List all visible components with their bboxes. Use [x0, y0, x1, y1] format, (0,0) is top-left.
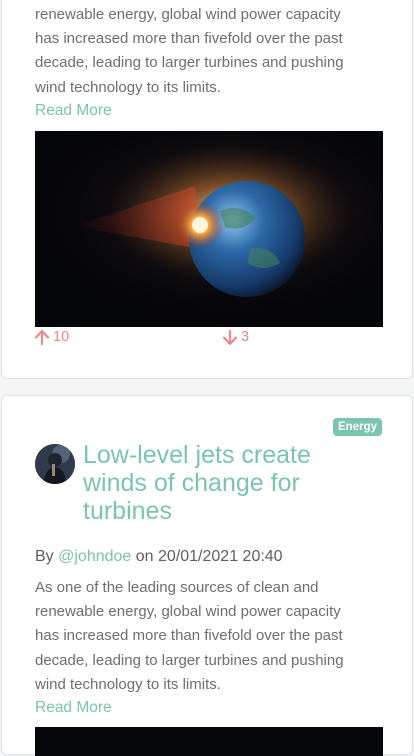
excerpt-line: has increased more than fivefold over th… [35, 30, 343, 48]
arrow-up-icon [35, 329, 49, 345]
byline-by: By [35, 548, 54, 565]
post-card: Energy Low-level jets create winds of ch… [1, 395, 413, 756]
upvote-count: 10 [53, 329, 70, 345]
excerpt-line: wind technology to its limits. [35, 675, 221, 693]
author-link[interactable]: @johndoe [58, 548, 131, 565]
arrow-down-icon [223, 329, 237, 345]
read-more-link[interactable]: Read More [35, 101, 112, 121]
upvote-button[interactable]: 10 [35, 329, 69, 345]
category-tag[interactable]: Energy [333, 418, 382, 436]
post-date: 20/01/2021 20:40 [158, 548, 283, 565]
excerpt-line: renewable energy, global wind power capa… [35, 603, 341, 621]
excerpt-line: decade, leading to larger turbines and p… [35, 651, 344, 669]
downvote-button[interactable]: 3 [223, 329, 249, 345]
post-byline: By @johndoe on 20/01/2021 20:40 [35, 547, 283, 567]
post-title[interactable]: Low-level jets create winds of change fo… [83, 441, 373, 525]
byline-on: on [135, 548, 154, 565]
post-excerpt: renewable energy, global wind power capa… [35, 3, 385, 100]
avatar[interactable] [35, 444, 75, 484]
read-more-link[interactable]: Read More [35, 698, 112, 718]
downvote-count: 3 [241, 329, 250, 345]
excerpt-line: decade, leading to larger turbines and p… [35, 54, 344, 72]
post-votes: 10 3 [35, 329, 383, 349]
excerpt-line: wind technology to its limits. [35, 78, 221, 96]
post-hero-image[interactable] [35, 131, 383, 327]
post-hero-image[interactable] [35, 727, 383, 756]
author-avatar-image [35, 444, 75, 484]
excerpt-line: As one of the leading sources of clean a… [35, 579, 319, 596]
post-image-preview [35, 727, 383, 756]
post-card: renewable energy, global wind power capa… [1, 0, 413, 379]
planet-explosion-image [35, 131, 383, 327]
post-excerpt: As one of the leading sources of clean a… [35, 576, 385, 697]
excerpt-line: renewable energy, global wind power capa… [35, 6, 341, 23]
excerpt-line: has increased more than fivefold over th… [35, 627, 343, 645]
